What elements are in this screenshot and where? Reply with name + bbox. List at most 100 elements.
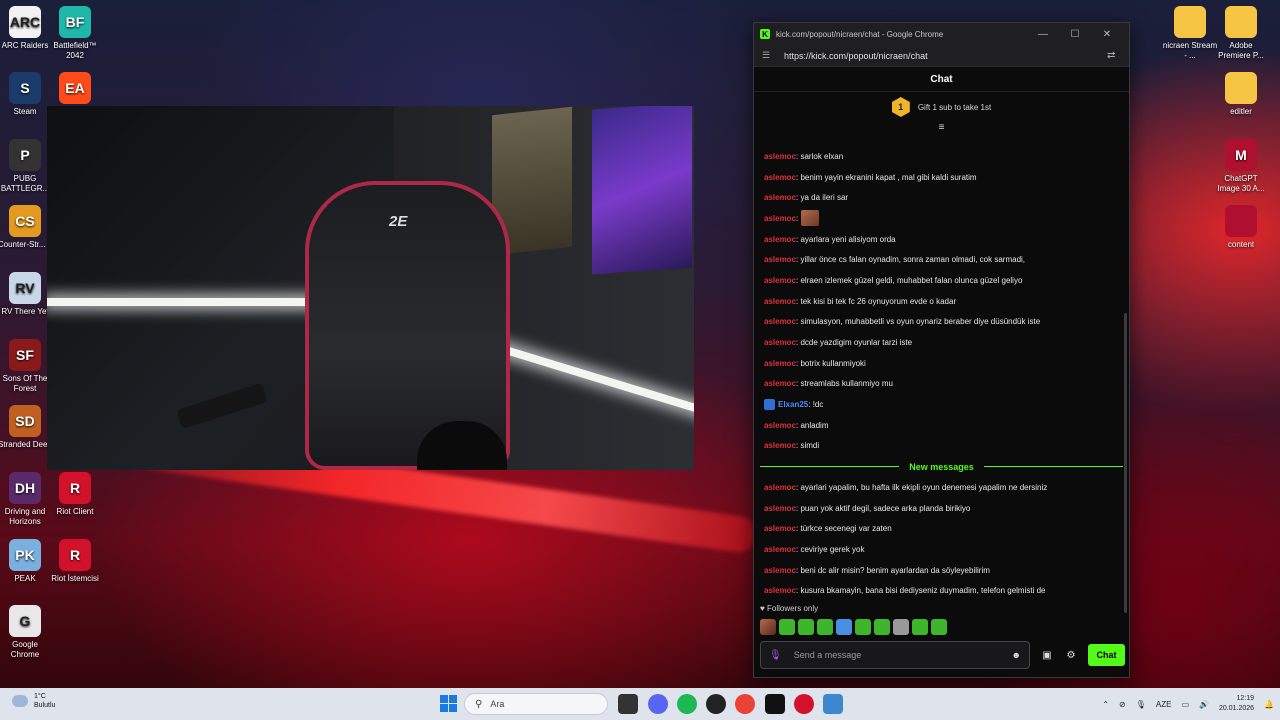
windows-start-icon[interactable] <box>440 695 457 712</box>
chat-message[interactable]: aslemoc: ayarlara yeni alisiyom orda <box>754 229 1129 250</box>
maximize-icon[interactable]: ☐ <box>1059 29 1091 40</box>
gift-sub-banner[interactable]: 1 Gift 1 sub to take 1st <box>754 92 1129 122</box>
emote-icon[interactable] <box>855 619 871 635</box>
emote-icon[interactable] <box>912 619 928 635</box>
weather-widget[interactable]: 1°C Bulutlu <box>12 692 55 710</box>
spotify-icon[interactable] <box>677 694 697 714</box>
chat-message[interactable]: aslemoc: ayarlari yapalim, bu hafta ilk … <box>754 477 1129 498</box>
url-text[interactable]: https://kick.com/popout/nicraen/chat <box>784 51 1107 61</box>
minimize-icon[interactable]: — <box>1027 29 1059 40</box>
desktop-shortcut[interactable]: P PUBG BATTLEGR... <box>0 139 53 194</box>
chat-message[interactable]: aslemoc: beni dc alir misin? benim ayarl… <box>754 560 1129 581</box>
desktop-shortcut[interactable]: S Steam <box>0 72 53 117</box>
desktop-shortcut[interactable]: SD Stranded Deep <box>0 405 53 450</box>
chat-username[interactable]: aslemoc <box>764 317 796 326</box>
desktop-shortcut[interactable]: ARC ARC Raiders <box>0 6 53 51</box>
chat-username[interactable]: aslemoc <box>764 524 796 533</box>
chat-message[interactable]: aslemoc: benim yayin ekranini kapat , ma… <box>754 167 1129 188</box>
chat-message[interactable]: aslemoc: elraen izlemek güzel geldi, muh… <box>754 270 1129 291</box>
chat-username[interactable]: aslemoc <box>764 152 796 161</box>
chat-message[interactable]: aslemoc: kusura bkamayin, bana bisi dedi… <box>754 580 1129 601</box>
chat-message[interactable]: Elxan25: !dc <box>754 394 1129 415</box>
emote-icon[interactable] <box>779 619 795 635</box>
desktop-shortcut[interactable]: Adobe Premiere P... <box>1213 6 1269 61</box>
chat-username[interactable]: aslemoc <box>764 193 796 202</box>
desktop-shortcut[interactable]: CS Counter-Str... 2 <box>0 205 53 250</box>
desktop-shortcut[interactable]: nicraen Stream - ... <box>1162 6 1218 61</box>
desktop-shortcut[interactable]: R Riot İstemcisi <box>47 539 103 584</box>
window-titlebar[interactable]: K kick.com/popout/nicraen/chat - Google … <box>754 23 1129 45</box>
chat-username[interactable]: aslemoc <box>764 379 796 388</box>
network-icon[interactable]: ⊘ <box>1119 700 1126 709</box>
photos-icon[interactable] <box>823 694 843 714</box>
translate-icon[interactable]: ⇄ <box>1107 50 1121 61</box>
tray-overflow-icon[interactable]: ⌃ <box>1102 700 1109 709</box>
chat-username[interactable]: aslemoc <box>764 255 796 264</box>
chat-message[interactable]: aslemoc: <box>754 208 1129 229</box>
kick-app-icon[interactable] <box>765 694 785 714</box>
emote-icon[interactable] <box>817 619 833 635</box>
settings-gear-icon[interactable]: ⚙ <box>1063 648 1079 664</box>
emote-icon[interactable] <box>760 619 776 635</box>
chat-message[interactable]: aslemoc: puan yok aktif degil, sadece ar… <box>754 498 1129 519</box>
clock[interactable]: 12:19 20.01.2026 <box>1219 694 1254 714</box>
taskbar-search[interactable]: ⚲ Ara <box>464 693 608 715</box>
gift-box-icon[interactable]: ▣ <box>1039 648 1055 664</box>
chat-message[interactable]: aslemoc: simdi <box>754 436 1129 457</box>
obs-icon[interactable] <box>706 694 726 714</box>
site-settings-icon[interactable]: ☰ <box>762 50 776 61</box>
riot-taskbar-icon[interactable] <box>794 694 814 714</box>
emote-bar[interactable] <box>760 619 947 635</box>
emote-icon[interactable] <box>836 619 852 635</box>
chat-message[interactable]: aslemoc: streamlabs kullanmiyo mu <box>754 374 1129 395</box>
discord-icon[interactable] <box>648 694 668 714</box>
desktop-shortcut[interactable]: M ChatGPT Image 30 A... <box>1213 139 1269 194</box>
chat-message[interactable]: aslemoc: yillar önce cs falan oynadim, s… <box>754 249 1129 270</box>
chat-username[interactable]: aslemoc <box>764 545 796 554</box>
message-input[interactable]: 🎙 Send a message ☻ <box>760 641 1030 669</box>
desktop-shortcut[interactable]: DH Driving and Horizons <box>0 472 53 527</box>
chrome-taskbar-icon[interactable] <box>735 694 755 714</box>
chat-message[interactable]: aslemoc: türkce secenegi var zaten <box>754 518 1129 539</box>
display-icon[interactable]: ▭ <box>1181 700 1189 709</box>
chat-message[interactable]: aslemoc: anladim <box>754 415 1129 436</box>
chat-message[interactable]: aslemoc: ceviriye gerek yok <box>754 539 1129 560</box>
close-icon[interactable]: ✕ <box>1091 29 1123 40</box>
chat-scrollbar[interactable] <box>1124 313 1127 613</box>
chat-message[interactable]: aslemoc: simulasyon, muhabbetli vs oyun … <box>754 312 1129 333</box>
chat-messages[interactable]: aslemoc: sarlok elxan aslemoc: benim yayi… <box>754 146 1129 616</box>
chat-username[interactable]: aslemoc <box>764 441 796 450</box>
chat-username[interactable]: aslemoc <box>764 338 796 347</box>
pinned-expand-icon[interactable]: ≡ <box>754 122 1129 136</box>
desktop-shortcut[interactable]: SF Sons Of The Forest <box>0 339 53 394</box>
desktop-shortcut[interactable]: PK PEAK <box>0 539 53 584</box>
emoji-picker-icon[interactable]: ☻ <box>1012 650 1021 660</box>
chat-username[interactable]: aslemoc <box>764 586 796 595</box>
microphone-icon[interactable]: 🎙 <box>769 650 782 661</box>
chat-username[interactable]: aslemoc <box>764 483 796 492</box>
task-view-icon[interactable] <box>618 694 638 714</box>
desktop-shortcut[interactable]: G Google Chrome <box>0 605 53 660</box>
desktop-shortcut[interactable]: RV RV There Yet <box>0 272 53 317</box>
chat-message[interactable]: aslemoc: dcde yazdigim oyunlar tarzi ist… <box>754 332 1129 353</box>
desktop-shortcut[interactable]: editler <box>1213 72 1269 117</box>
desktop-shortcut[interactable]: content <box>1213 205 1269 250</box>
address-bar[interactable]: ☰ https://kick.com/popout/nicraen/chat ⇄ <box>754 45 1129 67</box>
chat-message[interactable]: aslemoc: ya da ileri sar <box>754 187 1129 208</box>
chat-message[interactable]: aslemoc: botrix kullanmiyoki <box>754 353 1129 374</box>
emote-icon[interactable] <box>798 619 814 635</box>
desktop-shortcut[interactable]: R Riot Client <box>47 472 103 517</box>
chat-username[interactable]: aslemoc <box>764 173 796 182</box>
chrome-popup-window[interactable]: K kick.com/popout/nicraen/chat - Google … <box>753 22 1130 678</box>
desktop-shortcut[interactable]: BF Battlefield™ 2042 <box>47 6 103 61</box>
chat-username[interactable]: aslemoc <box>764 359 796 368</box>
chat-username[interactable]: aslemoc <box>764 214 796 223</box>
chat-message[interactable]: aslemoc: tek kisi bi tek fc 26 oynuyorum… <box>754 291 1129 312</box>
chat-username[interactable]: aslemoc <box>764 235 796 244</box>
chat-message[interactable]: aslemoc: sarlok elxan <box>754 146 1129 167</box>
chat-username[interactable]: aslemoc <box>764 421 796 430</box>
message-placeholder[interactable]: Send a message <box>794 650 1012 660</box>
send-chat-button[interactable]: Chat <box>1088 644 1125 666</box>
volume-icon[interactable]: 🔊 <box>1199 700 1209 709</box>
chat-username[interactable]: Elxan25 <box>778 400 808 409</box>
